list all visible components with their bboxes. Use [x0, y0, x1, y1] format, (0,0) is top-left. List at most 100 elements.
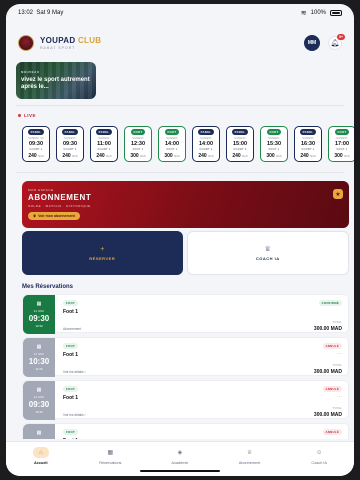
- coach-ia-button[interactable]: ♕ COACH IA: [186, 231, 349, 275]
- brand-name: YOUPAD: [40, 36, 76, 45]
- slot-card[interactable]: PADEL SAMEDI 09:30 COURT 2 240 MAD: [56, 126, 84, 162]
- slot-sport: PADEL: [95, 129, 113, 135]
- home-indicator: [140, 470, 220, 472]
- tab-coach-ia[interactable]: ☺ Coach IA: [284, 442, 354, 476]
- more-options-icon[interactable]: ⋯: [337, 351, 342, 357]
- reservation-card[interactable]: ▦11 MAI09:3010:30FOOTANNULÉ⋯Foot 1Voir l…: [22, 423, 349, 439]
- view-subscription-button[interactable]: ♛ Voir mon abonnement: [28, 212, 80, 220]
- reservation-name: Foot 1: [63, 438, 78, 439]
- live-label: LIVE: [18, 113, 36, 118]
- slot-card[interactable]: FOOT SAMEDI 17:00 FOOT 1 300 MAD: [328, 126, 354, 162]
- slot-sport: PADEL: [299, 129, 317, 135]
- reservations-title: Mes Réservations: [22, 284, 74, 290]
- reservation-total: 300.00 MAD: [313, 369, 342, 375]
- view-details-link[interactable]: Voir les détails ›: [63, 413, 86, 417]
- slot-price-value: 240: [62, 153, 71, 159]
- reservation-status-badge: ANNULÉ: [322, 386, 342, 392]
- calendar-icon: ▦: [36, 430, 42, 436]
- slot-court: COURT 2: [233, 148, 247, 151]
- calendar-icon: ▦: [36, 344, 42, 350]
- slot-card[interactable]: PADEL SAMEDI 16:30 COURT 1 240 MAD: [294, 126, 322, 162]
- robot-icon: ☺: [316, 449, 323, 456]
- slot-price: 300 MAD: [334, 153, 349, 159]
- reservation-card[interactable]: ▦11 MAI09:3010:30FOOTANNULÉ⋯Foot 1Voir l…: [22, 380, 349, 420]
- slot-card[interactable]: PADEL SAMEDI 14:00 COURT 1 240 MAD: [192, 126, 220, 162]
- reservation-day: 11 MAI: [33, 309, 45, 313]
- slot-price-unit: MAD: [106, 155, 112, 158]
- avatar[interactable]: MM: [304, 35, 320, 51]
- promo-card[interactable]: NOUVEAU vivez le sport autrement après l…: [16, 62, 96, 99]
- graduation-icon: ◈: [177, 450, 183, 456]
- slot-card[interactable]: PADEL SAMEDI 11:00 COURT 1 240 MAD: [90, 126, 118, 162]
- reservation-card[interactable]: ▦ 11 MAI 10:30 11:30 FOOT ANNULÉ ⋯ Foot 1 Voir l…: [22, 337, 349, 377]
- club-logo[interactable]: [18, 35, 34, 51]
- slot-card[interactable]: FOOT SAMEDI 14:00 FOOT 1 300 MAD: [158, 126, 186, 162]
- live-slots-strip[interactable]: PADEL SAMEDI 09 09:30 COURT 1 240 MAD PADEL SA…: [22, 126, 354, 164]
- slot-price-unit: MAD: [208, 155, 214, 158]
- tab-r-servations[interactable]: ▦ Réservations: [76, 442, 146, 476]
- slot-price-value: 300: [164, 153, 173, 159]
- slot-day: SAMEDI: [336, 137, 348, 140]
- divider: [16, 172, 344, 173]
- battery-icon: [330, 10, 342, 16]
- reservation-sport-badge: FOOT: [63, 429, 78, 435]
- reservation-time: 09:30: [28, 400, 50, 409]
- slot-card[interactable]: PADEL SAMEDI 15:00 COURT 2 240 MAD: [226, 126, 254, 162]
- subscription-card[interactable]: MON ESPACE ABONNEMENT SOLDE · MATCHS · H…: [22, 181, 349, 228]
- slot-day: SAMEDI: [132, 137, 144, 140]
- slot-price: 240 MAD: [28, 153, 43, 159]
- reservation-sport-badge: FOOT: [63, 300, 78, 306]
- reservation-subtitle: Abonnement: [63, 327, 82, 331]
- slot-court: COURT 1: [97, 148, 111, 151]
- slot-court: FOOT 1: [336, 148, 348, 151]
- coach-ia-label: COACH IA: [255, 256, 280, 261]
- slot-day: SAMEDI: [302, 137, 314, 140]
- more-options-icon[interactable]: ⋯: [337, 394, 342, 400]
- tab-abonnement[interactable]: ♕ Abonnement: [215, 442, 285, 476]
- slot-card[interactable]: PADEL SAMEDI 09 09:30 COURT 1 240 MAD: [22, 126, 50, 162]
- slot-time: 14:00: [164, 141, 180, 147]
- divider: [16, 105, 344, 106]
- reserve-label: RÉSERVER: [89, 255, 116, 261]
- reservation-status-badge: CONFIRMÉ: [318, 300, 342, 306]
- slot-court: COURT 1: [199, 148, 213, 151]
- subscription-desc: SOLDE · MATCHS · HISTORIQUE: [28, 204, 91, 208]
- slot-court: FOOT 1: [268, 148, 280, 151]
- reservation-time: 10:30: [28, 357, 50, 366]
- subscription-title: ABONNEMENT: [28, 193, 92, 202]
- tab-label: Académie: [171, 461, 189, 465]
- reservation-status-badge: ANNULÉ: [322, 429, 342, 435]
- calendar-icon: ▦: [36, 301, 42, 307]
- reservation-card[interactable]: ▦ 11 MAI 09:30 10:30 FOOT CONFIRMÉ Foot 1 Abonn…: [22, 294, 349, 334]
- slot-price: 240 MAD: [62, 153, 77, 159]
- slot-price-unit: MAD: [276, 155, 282, 158]
- more-options-icon[interactable]: ⋯: [337, 437, 342, 439]
- slot-price-value: 300: [130, 153, 139, 159]
- trophy-icon: ♛: [33, 214, 37, 218]
- trophy-icon: ♕: [264, 246, 271, 253]
- live-dot-icon: [18, 114, 21, 117]
- star-icon: ★: [333, 189, 343, 199]
- notifications-button[interactable]: 🔔︎ 9+: [328, 34, 345, 50]
- reserve-button[interactable]: + RÉSERVER: [22, 231, 183, 275]
- medal-icon: ♕: [246, 450, 253, 456]
- slot-price-value: 240: [96, 153, 105, 159]
- view-details-link[interactable]: Voir les détails ›: [63, 370, 86, 374]
- slot-price-value: 240: [198, 153, 207, 159]
- slot-card[interactable]: FOOT SAMEDI 12:30 FOOT 1 300 MAD: [124, 126, 152, 162]
- tab-label: Abonnement: [238, 461, 261, 465]
- reservation-total-label: TOTAL: [332, 364, 342, 367]
- reservation-status-badge: ANNULÉ: [322, 343, 342, 349]
- bell-icon: 🔔︎: [330, 40, 340, 47]
- tab-accueil[interactable]: ⌂ Accueil: [6, 442, 76, 476]
- slot-price-unit: MAD: [72, 155, 78, 158]
- slot-sport: PADEL: [231, 129, 249, 135]
- reservation-date-block: ▦11 MAI09:3010:30: [23, 424, 55, 439]
- slot-day: SAMEDI: [166, 137, 178, 140]
- slot-card[interactable]: FOOT SAMEDI 15:30 FOOT 1 300 MAD: [260, 126, 288, 162]
- tab-label: Coach IA: [311, 461, 327, 465]
- plus-icon: +: [100, 245, 105, 253]
- slot-price-value: 240: [300, 153, 309, 159]
- status-date: Sat 9 May: [36, 10, 64, 16]
- slot-sport: PADEL: [27, 129, 45, 135]
